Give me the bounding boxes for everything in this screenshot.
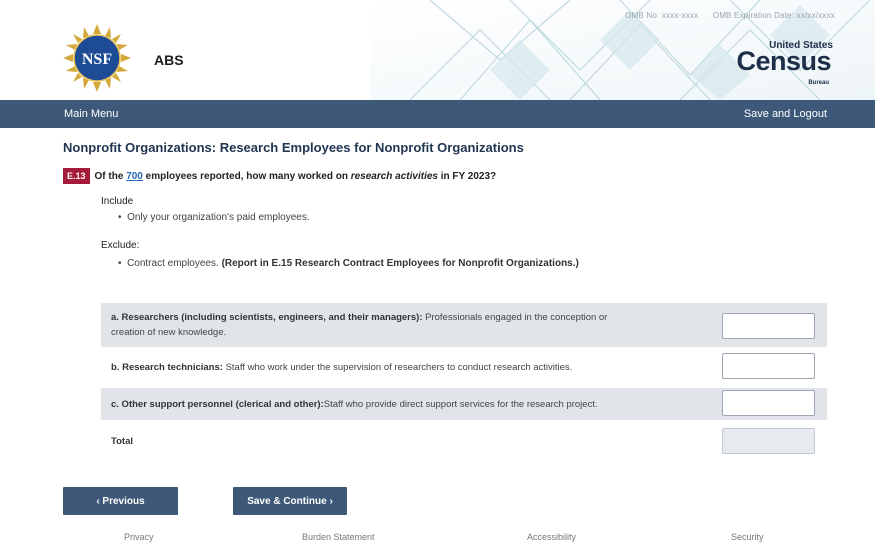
nav-bar: Main Menu Save and Logout (0, 100, 875, 128)
employee-count-link[interactable]: 700 (126, 171, 143, 182)
footer: Privacy Burden Statement Accessibility S… (0, 526, 875, 542)
omb-expiration: OMB Expiration Date: xx/xx/xxxx (712, 11, 835, 20)
app-title: ABS (154, 52, 184, 68)
header-top-links: OMB No. xxxx-xxxx OMB Expiration Date: x… (613, 11, 835, 20)
main-menu-link[interactable]: Main Menu (64, 108, 118, 120)
save-and-continue-button[interactable]: Save & Continue › (233, 487, 347, 515)
row-researchers: a. Researchers (including scientists, en… (101, 303, 827, 347)
total-label: Total (111, 436, 133, 447)
save-and-logout-link[interactable]: Save and Logout (744, 108, 827, 120)
include-item: • Only your organization's paid employee… (118, 212, 310, 223)
omb-number: OMB No. xxxx-xxxx (625, 11, 699, 20)
question-text: Of the 700 employees reported, how many … (94, 170, 497, 182)
previous-button[interactable]: ‹ Previous (63, 487, 178, 515)
exclude-label: Exclude: (101, 240, 140, 251)
svg-text:NSF: NSF (82, 51, 112, 68)
page-title: Nonprofit Organizations: Research Employ… (63, 140, 524, 155)
row-label: a. Researchers (including scientists, en… (111, 312, 608, 338)
include-label: Include (101, 196, 134, 207)
row-total: Total (101, 425, 827, 459)
row-label: c. Other support personnel (clerical and… (111, 399, 598, 410)
row-label: b. Research technicians: Staff who work … (111, 362, 573, 373)
research-technicians-input[interactable] (722, 353, 815, 379)
row-other-support-personnel: c. Other support personnel (clerical and… (101, 388, 827, 420)
nsf-logo: NSF (63, 24, 131, 92)
census-logo: United States Census Bureau (736, 40, 833, 86)
other-support-personnel-input[interactable] (722, 390, 815, 416)
row-research-technicians: b. Research technicians: Staff who work … (101, 351, 827, 383)
question: E.13 Of the 700 employees reported, how … (63, 168, 496, 184)
researchers-input[interactable] (722, 313, 815, 339)
site-header: OMB No. xxxx-xxxx OMB Expiration Date: x… (0, 0, 875, 100)
total-field (722, 428, 815, 454)
exclude-item: • Contract employees. (Report in E.15 Re… (118, 258, 579, 269)
question-number-badge: E.13 (63, 168, 90, 184)
